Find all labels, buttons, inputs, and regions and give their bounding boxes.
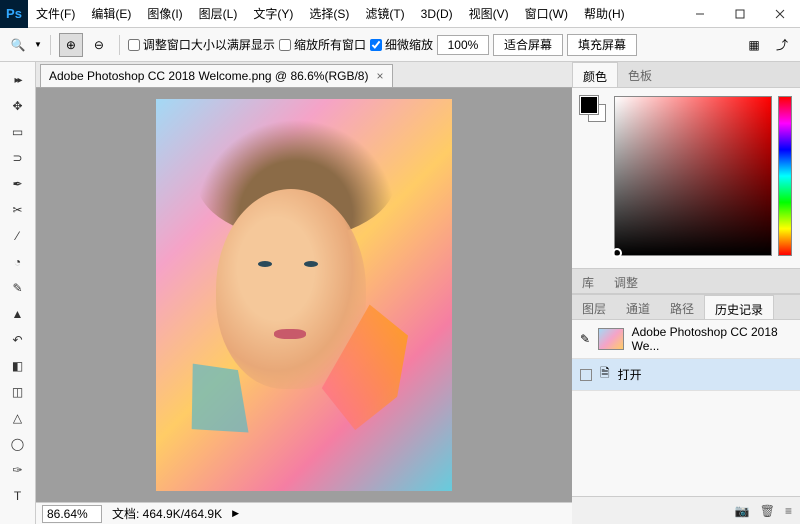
minimize-button[interactable] xyxy=(680,0,720,28)
mid-panel-tabs: 库 调整 xyxy=(572,268,800,294)
menu-3d[interactable]: 3D(D) xyxy=(413,0,461,28)
status-bar: 文档: 464.9K/464.9K ▶ xyxy=(36,502,572,524)
move-tool[interactable]: ✥ xyxy=(5,94,31,118)
zoom-level-input[interactable] xyxy=(42,505,102,523)
panels: 颜色 色板 库 调整 图层 通道 路径 历史记录 ✎ xyxy=(572,62,800,524)
scrubby-label: 细微缩放 xyxy=(385,36,433,53)
trash-icon[interactable]: 🗑 xyxy=(760,504,775,518)
menu-select[interactable]: 选择(S) xyxy=(301,0,357,28)
snapshot-thumbnail xyxy=(598,328,624,350)
brush-tool[interactable]: ✎ xyxy=(5,276,31,300)
share-icon[interactable]: ⤴ xyxy=(770,33,794,57)
blur-tool[interactable]: △ xyxy=(5,406,31,430)
eraser-tool[interactable]: ◧ xyxy=(5,354,31,378)
zoom-all-label: 缩放所有窗口 xyxy=(294,36,366,53)
tab-color[interactable]: 颜色 xyxy=(572,62,618,87)
lower-panel-tabs: 图层 通道 路径 历史记录 xyxy=(572,294,800,320)
history-marker xyxy=(580,369,592,381)
document-image xyxy=(156,99,452,491)
zoom-in-icon[interactable]: ⊕ xyxy=(59,33,83,57)
maximize-button[interactable] xyxy=(720,0,760,28)
crop-tool[interactable]: ✂ xyxy=(5,198,31,222)
history-step[interactable]: 🗎 打开 xyxy=(572,359,800,391)
color-picker-field[interactable] xyxy=(614,96,772,256)
camera-icon[interactable]: 📷 xyxy=(735,504,750,518)
canvas[interactable] xyxy=(36,88,572,502)
menu-type[interactable]: 文字(Y) xyxy=(245,0,301,28)
toolbox: ▸▸ ✥ ▭ ⊃ ✒ ✂ ⁄ ◔ ✎ ▲ ↶ ◧ ◫ △ ◯ ✑ T xyxy=(0,62,36,524)
separator xyxy=(119,35,120,55)
app-logo: Ps xyxy=(0,0,28,28)
tab-layers[interactable]: 图层 xyxy=(572,295,616,319)
dropdown-icon[interactable]: ▼ xyxy=(34,40,42,49)
zoom-out-icon[interactable]: ⊖ xyxy=(87,33,111,57)
menu-edit[interactable]: 编辑(E) xyxy=(83,0,139,28)
snapshot-label: Adobe Photoshop CC 2018 We... xyxy=(632,325,792,353)
resize-window-checkbox[interactable]: 调整窗口大小以满屏显示 xyxy=(128,36,275,53)
history-step-label: 打开 xyxy=(618,366,642,383)
zoom-all-checkbox[interactable]: 缩放所有窗口 xyxy=(279,36,366,53)
pen-tool[interactable]: ✑ xyxy=(5,458,31,482)
hue-slider[interactable] xyxy=(778,96,792,256)
brush-icon: ✎ xyxy=(580,332,590,346)
color-panel-tabs: 颜色 色板 xyxy=(572,62,800,88)
picker-cursor xyxy=(612,248,622,258)
quick-select-tool[interactable]: ✒ xyxy=(5,172,31,196)
tab-history[interactable]: 历史记录 xyxy=(704,295,774,319)
options-bar: 🔍 ▼ ⊕ ⊖ 调整窗口大小以满屏显示 缩放所有窗口 细微缩放 100% 适合屏… xyxy=(0,28,800,62)
doc-info-dropdown-icon[interactable]: ▶ xyxy=(232,508,239,519)
scrubby-zoom-checkbox[interactable]: 细微缩放 xyxy=(370,36,433,53)
gradient-tool[interactable]: ◫ xyxy=(5,380,31,404)
expand-toolbox-icon[interactable]: ▸▸ xyxy=(5,68,31,92)
eyedropper-tool[interactable]: ⁄ xyxy=(5,224,31,248)
document-tab[interactable]: Adobe Photoshop CC 2018 Welcome.png @ 86… xyxy=(40,64,393,87)
canvas-area: Adobe Photoshop CC 2018 Welcome.png @ 86… xyxy=(36,62,572,524)
tab-swatches[interactable]: 色板 xyxy=(618,62,662,87)
history-footer: 📷 🗑 ≡ xyxy=(572,496,800,524)
document-tab-bar: Adobe Photoshop CC 2018 Welcome.png @ 86… xyxy=(36,62,572,88)
color-panel xyxy=(572,88,800,268)
main-workspace: ▸▸ ✥ ▭ ⊃ ✒ ✂ ⁄ ◔ ✎ ▲ ↶ ◧ ◫ △ ◯ ✑ T Adobe… xyxy=(0,62,800,524)
fit-screen-button[interactable]: 适合屏幕 xyxy=(493,34,563,56)
history-panel: ✎ Adobe Photoshop CC 2018 We... 🗎 打开 xyxy=(572,320,800,496)
separator xyxy=(50,35,51,55)
window-controls xyxy=(680,0,800,28)
doc-info: 文档: 464.9K/464.9K xyxy=(112,505,222,522)
document-icon: 🗎 xyxy=(600,364,610,385)
history-brush-tool[interactable]: ↶ xyxy=(5,328,31,352)
menu-window[interactable]: 窗口(W) xyxy=(517,0,576,28)
arrange-icon[interactable]: ▦ xyxy=(742,33,766,57)
close-tab-icon[interactable]: × xyxy=(376,69,383,83)
zoom-100-button[interactable]: 100% xyxy=(437,35,489,55)
menu-view[interactable]: 视图(V) xyxy=(461,0,517,28)
foreground-color[interactable] xyxy=(580,96,598,114)
tab-adjustments[interactable]: 调整 xyxy=(604,269,648,293)
tab-channels[interactable]: 通道 xyxy=(616,295,660,319)
menu-layer[interactable]: 图层(L) xyxy=(191,0,246,28)
menu-file[interactable]: 文件(F) xyxy=(28,0,83,28)
menu-bar: 文件(F) 编辑(E) 图像(I) 图层(L) 文字(Y) 选择(S) 滤镜(T… xyxy=(28,0,680,28)
close-button[interactable] xyxy=(760,0,800,28)
marquee-tool[interactable]: ▭ xyxy=(5,120,31,144)
document-tab-title: Adobe Photoshop CC 2018 Welcome.png @ 86… xyxy=(49,69,368,83)
lasso-tool[interactable]: ⊃ xyxy=(5,146,31,170)
healing-tool[interactable]: ◔ xyxy=(5,250,31,274)
fg-bg-swatches[interactable] xyxy=(580,96,608,124)
menu-filter[interactable]: 滤镜(T) xyxy=(357,0,412,28)
type-tool[interactable]: T xyxy=(5,484,31,508)
resize-window-label: 调整窗口大小以满屏显示 xyxy=(143,36,275,53)
fill-screen-button[interactable]: 填充屏幕 xyxy=(567,34,637,56)
panel-menu-icon[interactable]: ≡ xyxy=(785,504,792,518)
history-snapshot[interactable]: ✎ Adobe Photoshop CC 2018 We... xyxy=(572,320,800,359)
tab-paths[interactable]: 路径 xyxy=(660,295,704,319)
menu-image[interactable]: 图像(I) xyxy=(139,0,190,28)
stamp-tool[interactable]: ▲ xyxy=(5,302,31,326)
menu-help[interactable]: 帮助(H) xyxy=(576,0,633,28)
tab-library[interactable]: 库 xyxy=(572,269,604,293)
title-bar: Ps 文件(F) 编辑(E) 图像(I) 图层(L) 文字(Y) 选择(S) 滤… xyxy=(0,0,800,28)
dodge-tool[interactable]: ◯ xyxy=(5,432,31,456)
zoom-tool-icon[interactable]: 🔍 xyxy=(6,33,30,57)
